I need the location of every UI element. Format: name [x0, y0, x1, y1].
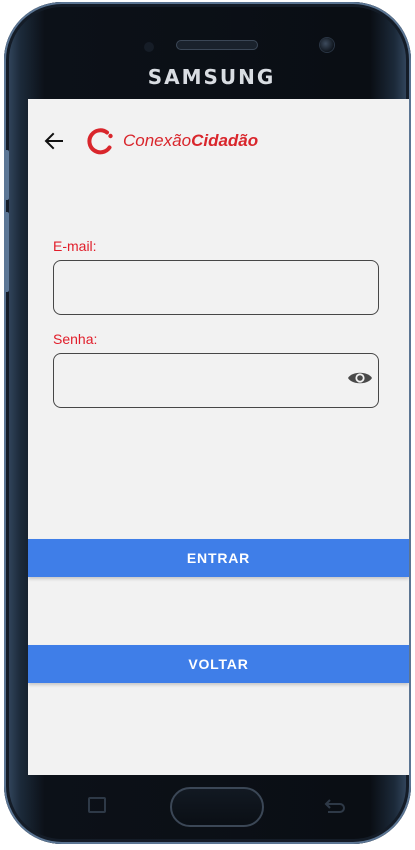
recent-apps-key: [88, 797, 106, 813]
volume-button: [4, 150, 9, 200]
side-button: [4, 212, 9, 292]
logo-text-prefix: Conexão: [123, 131, 192, 150]
back-button-bottom[interactable]: VOLTAR: [28, 645, 409, 683]
proximity-sensor: [144, 42, 154, 52]
toggle-password-visibility[interactable]: [346, 368, 374, 388]
app-logo: ConexãoCidadão: [85, 121, 285, 161]
password-field[interactable]: [53, 353, 379, 408]
password-label: Senha:: [53, 331, 98, 347]
home-key: [170, 787, 264, 827]
front-camera: [320, 38, 334, 52]
enter-button[interactable]: ENTRAR: [28, 539, 409, 577]
eye-icon: [348, 372, 372, 384]
logo-text: ConexãoCidadão: [123, 131, 258, 151]
logo-text-suffix: Cidadão: [191, 131, 259, 150]
logo-ring-icon: [87, 128, 113, 155]
email-field[interactable]: [53, 260, 379, 315]
nav-back-icon: [324, 799, 345, 813]
back-button[interactable]: [40, 127, 68, 155]
app-screen: ConexãoCidadão E-mail: Senha: ENTRAR VOL…: [28, 99, 409, 775]
device-brand: SAMSUNG: [147, 65, 276, 89]
arrow-left-icon: [44, 132, 63, 150]
email-label: E-mail:: [53, 238, 97, 254]
phone-frame: SAMSUNG ConexãoCidadão E-mail: Senha: EN…: [4, 2, 411, 844]
app-bar: ConexãoCidadão: [28, 99, 409, 185]
earpiece-speaker: [176, 40, 258, 50]
